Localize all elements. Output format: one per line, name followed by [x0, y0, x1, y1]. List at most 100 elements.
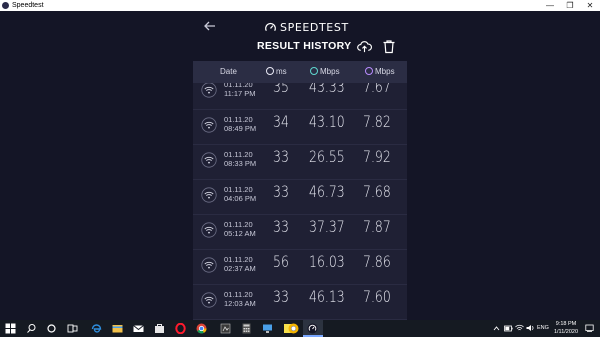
app-icon[interactable]: [220, 323, 231, 334]
minimize-button[interactable]: —: [540, 0, 560, 11]
result-ping: 33: [273, 182, 289, 201]
speedtest-app-icon: [2, 2, 9, 9]
task-view-icon[interactable]: [67, 323, 78, 334]
result-time: 12:03 AM: [224, 299, 256, 308]
cloud-upload-icon[interactable]: [357, 39, 372, 54]
maximize-button[interactable]: ❐: [560, 0, 580, 11]
results-list[interactable]: 01.11.20 11:17 PM 35 43.33 7.67 01.11.20 08:49…: [193, 83, 407, 320]
mail-icon[interactable]: [133, 323, 144, 334]
result-time: 02:37 AM: [224, 264, 256, 273]
result-date: 01.11.20: [224, 185, 253, 194]
result-time: 11:17 PM: [224, 89, 256, 98]
clock-date[interactable]: 1/11/2020: [553, 329, 579, 335]
result-download: 43.10: [309, 112, 345, 131]
result-row[interactable]: 01.11.20 04:06 PM 33 46.73 7.68: [193, 179, 407, 215]
result-download: 16.03: [309, 252, 345, 271]
volume-icon[interactable]: [526, 324, 535, 332]
wifi-icon: [201, 117, 217, 133]
cortana-icon[interactable]: [46, 323, 57, 334]
result-download: 46.13: [309, 287, 345, 306]
wifi-icon: [201, 83, 217, 98]
result-row[interactable]: 01.11.20 12:03 AM 33 46.13 7.60: [193, 284, 407, 320]
column-download[interactable]: Mbps: [310, 61, 340, 83]
column-date[interactable]: Date: [220, 61, 237, 83]
result-row[interactable]: 01.11.20 11:17 PM 35 43.33 7.67: [193, 83, 407, 110]
result-date: 01.11.20: [224, 220, 253, 229]
result-time: 04:06 PM: [224, 194, 257, 203]
calculator-icon[interactable]: [241, 323, 252, 334]
battery-icon[interactable]: [504, 325, 513, 332]
chrome-icon[interactable]: [196, 323, 207, 334]
download-icon: [310, 67, 318, 75]
column-upload-label: Mbps: [375, 67, 395, 76]
app-content: SPEEDTEST RESULT HISTORY Date ms Mbps Mb…: [0, 11, 600, 320]
result-ping: 33: [273, 287, 289, 306]
result-date: 01.11.20: [224, 290, 253, 299]
wifi-icon: [201, 222, 217, 238]
result-upload: 7.67: [363, 83, 391, 96]
chrome-alt-icon[interactable]: [288, 323, 299, 334]
result-upload: 7.68: [363, 182, 391, 201]
search-icon[interactable]: [26, 323, 37, 334]
window-title-bar: Speedtest — ❐ ✕: [0, 0, 600, 11]
network-app-icon[interactable]: [262, 323, 273, 334]
windows-start-icon[interactable]: [5, 323, 16, 334]
clock-time[interactable]: 9:18 PM: [554, 321, 578, 327]
result-ping: 56: [273, 252, 289, 271]
wifi-icon: [201, 152, 217, 168]
result-ping: 34: [273, 112, 289, 131]
result-row[interactable]: 01.11.20 08:33 PM 33 26.55 7.92: [193, 144, 407, 180]
close-button[interactable]: ✕: [580, 0, 600, 11]
table-header: Date ms Mbps Mbps: [193, 61, 407, 83]
result-time: 05:12 AM: [224, 229, 256, 238]
store-icon[interactable]: [154, 323, 165, 334]
edge-icon[interactable]: [91, 323, 102, 334]
result-row[interactable]: 01.11.20 02:37 AM 56 16.03 7.86: [193, 249, 407, 285]
column-download-label: Mbps: [320, 67, 340, 76]
result-upload: 7.87: [363, 217, 391, 236]
speedtest-taskbar-button[interactable]: [303, 320, 323, 337]
column-ping-label: ms: [276, 67, 287, 76]
result-row[interactable]: 01.11.20 08:49 PM 34 43.10 7.82: [193, 109, 407, 145]
result-date: 01.11.20: [224, 115, 253, 124]
notifications-icon[interactable]: [585, 324, 594, 333]
logo-text: SPEEDTEST: [280, 20, 349, 34]
wifi-icon: [201, 187, 217, 203]
result-ping: 33: [273, 217, 289, 236]
result-row[interactable]: 01.11.20 05:12 AM 33 37.37 7.87: [193, 214, 407, 250]
trash-icon[interactable]: [382, 39, 396, 54]
result-date: 01.11.20: [224, 150, 253, 159]
column-upload[interactable]: Mbps: [365, 61, 395, 83]
gauge-icon: [265, 22, 276, 31]
result-download: 43.33: [309, 83, 345, 96]
result-upload: 7.82: [363, 112, 391, 131]
page-title: RESULT HISTORY: [257, 40, 352, 52]
speedtest-logo: SPEEDTEST: [264, 19, 349, 35]
window-title: Speedtest: [12, 2, 44, 9]
wifi-icon: [201, 292, 217, 308]
upload-icon: [365, 67, 373, 75]
result-ping: 33: [273, 147, 289, 166]
column-date-label: Date: [220, 67, 237, 76]
opera-icon[interactable]: [175, 323, 186, 334]
result-download: 46.73: [309, 182, 345, 201]
chevron-up-icon[interactable]: [493, 325, 500, 332]
result-date: 01.11.20: [224, 255, 253, 264]
wifi-icon: [201, 257, 217, 273]
result-upload: 7.60: [363, 287, 391, 306]
speedtest-icon: [307, 323, 318, 334]
results-panel[interactable]: Date ms Mbps Mbps 01.11.20 11:17 PM 35 43.3…: [193, 61, 407, 320]
back-arrow-icon[interactable]: [203, 19, 217, 33]
result-upload: 7.86: [363, 252, 391, 271]
column-ping[interactable]: ms: [266, 61, 287, 83]
language-indicator[interactable]: ENG: [537, 325, 549, 331]
result-download: 26.55: [309, 147, 345, 166]
wifi-tray-icon[interactable]: [515, 324, 524, 332]
result-time: 08:33 PM: [224, 159, 257, 168]
ping-icon: [266, 67, 274, 75]
result-time: 08:49 PM: [224, 124, 257, 133]
result-upload: 7.92: [363, 147, 391, 166]
taskbar: ENG 9:18 PM 1/11/2020: [0, 320, 600, 337]
result-ping: 35: [273, 83, 289, 96]
file-explorer-icon[interactable]: [112, 323, 123, 334]
